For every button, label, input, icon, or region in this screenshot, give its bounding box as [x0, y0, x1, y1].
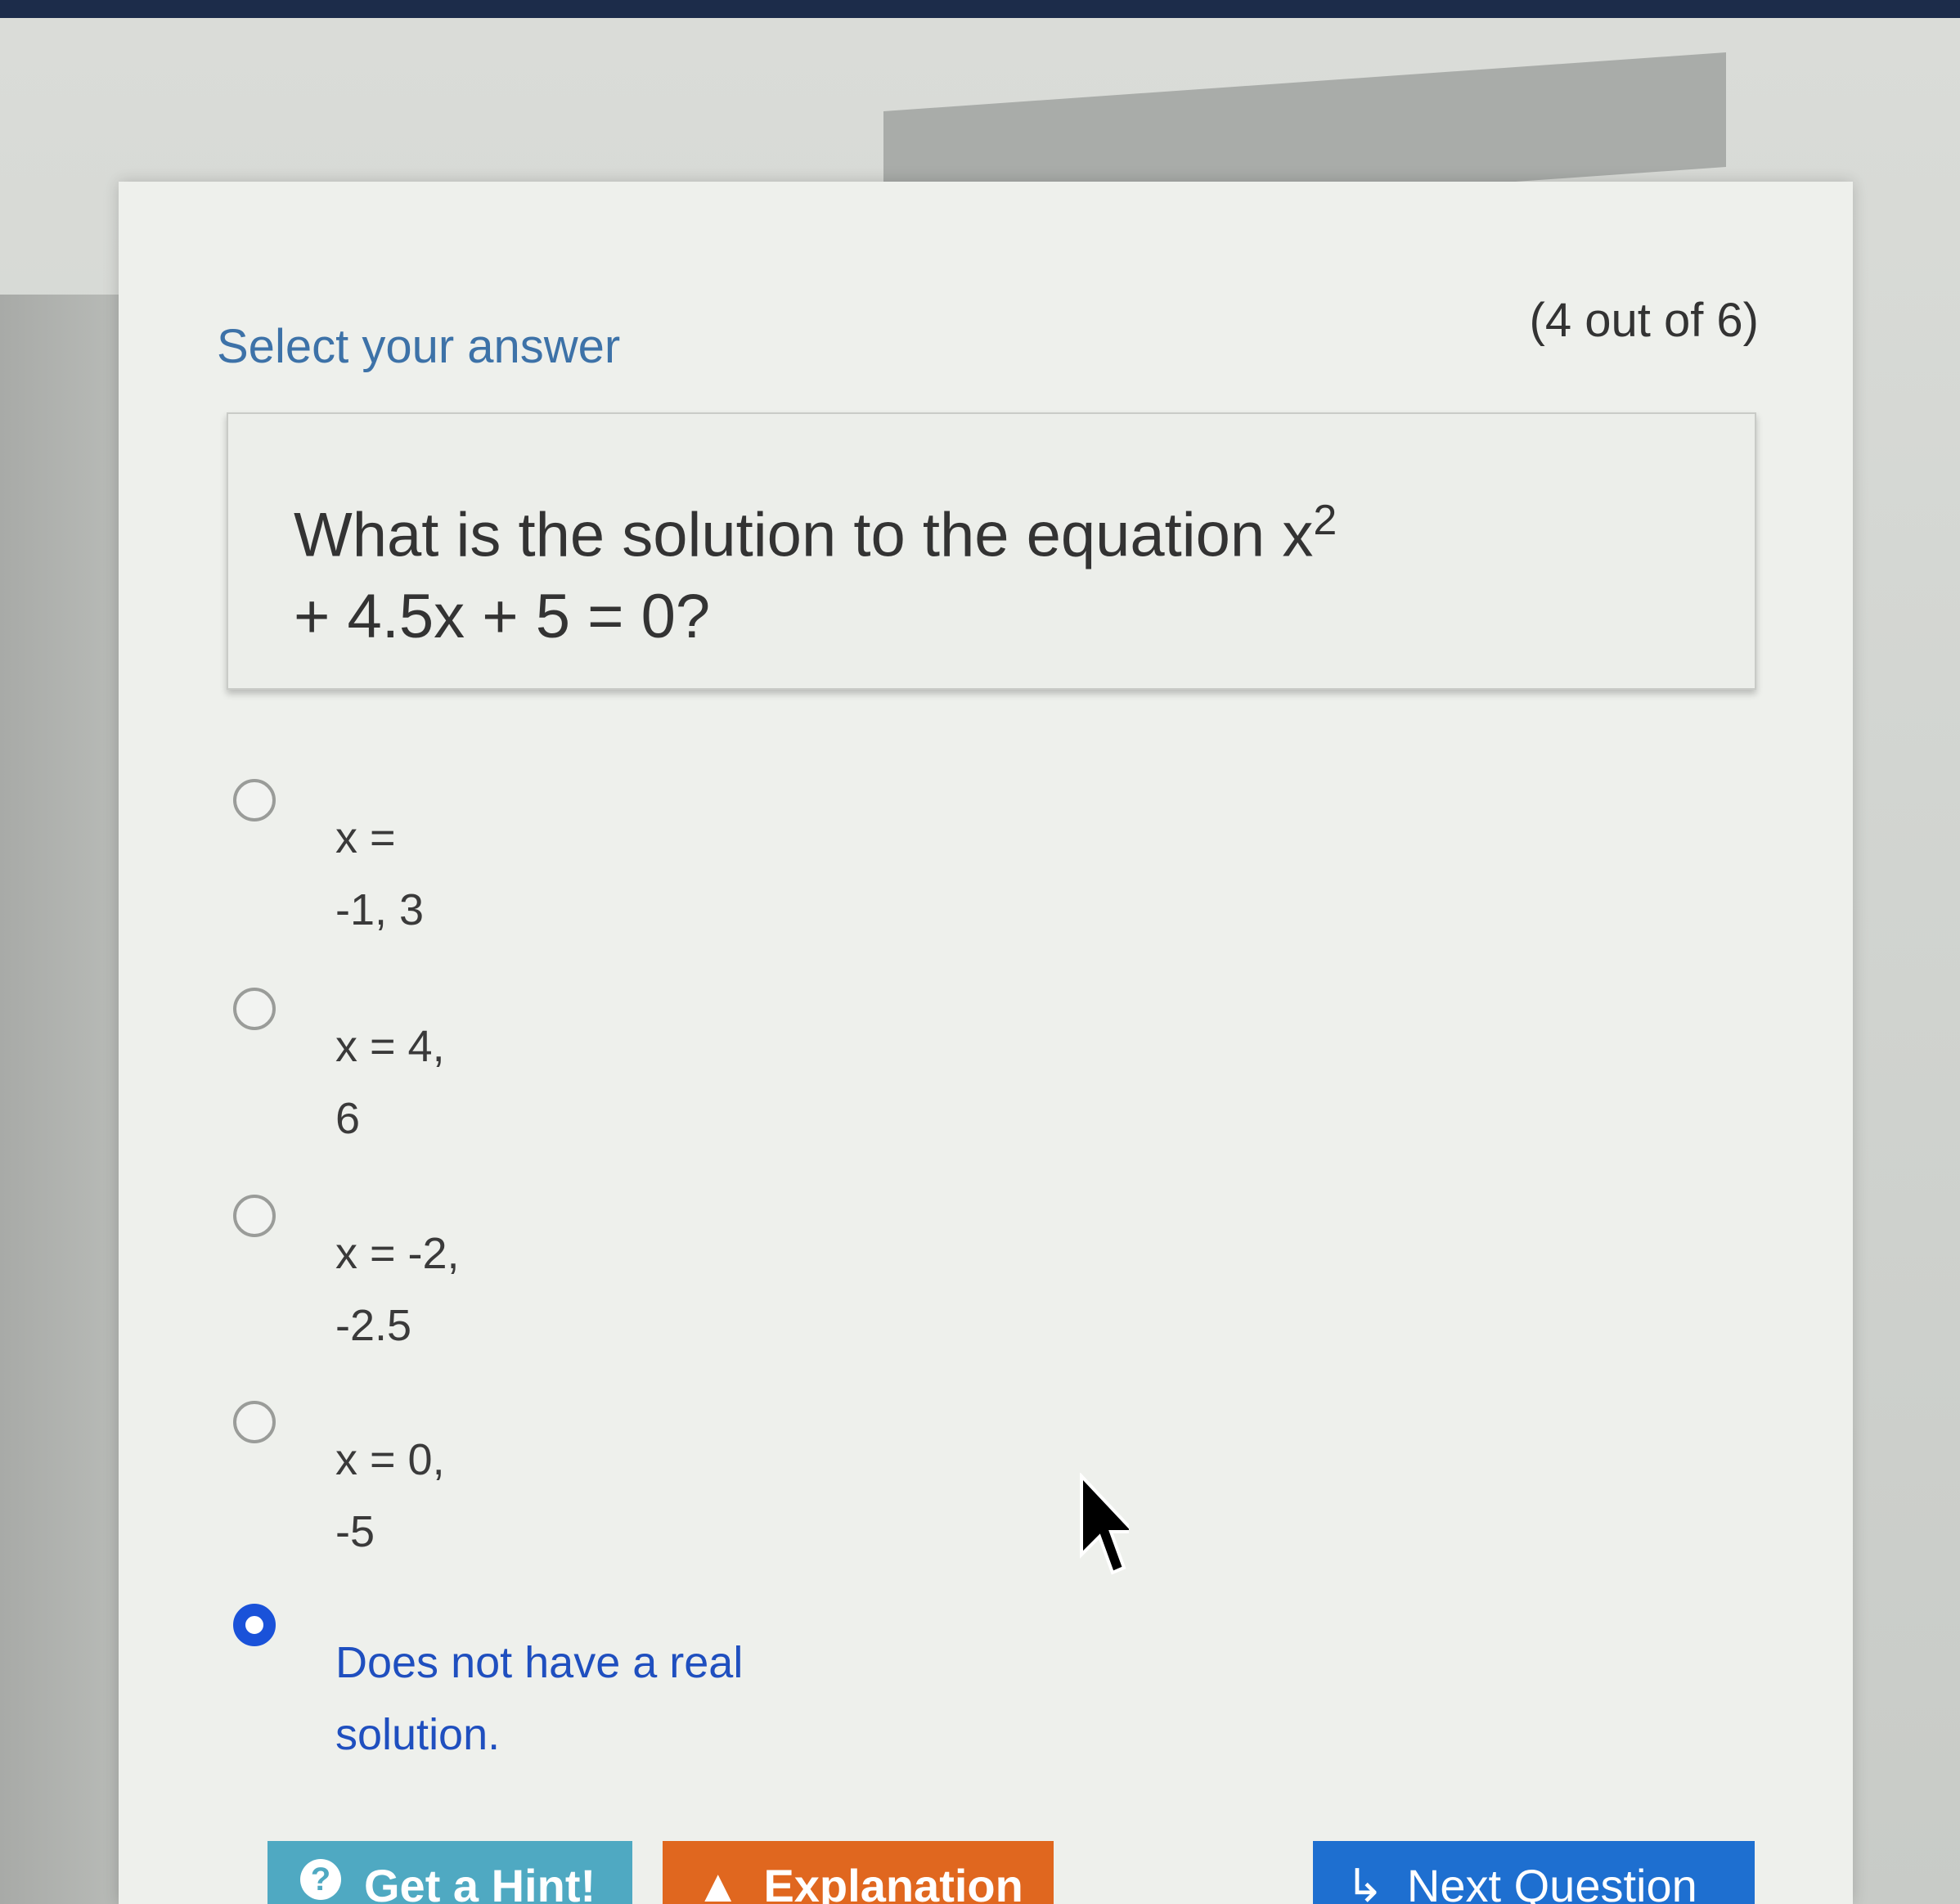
- answer-line-2: 6: [335, 1094, 361, 1143]
- mouse-cursor-icon: [1080, 1473, 1129, 1575]
- get-hint-button[interactable]: ? Get a Hint!: [267, 1841, 632, 1904]
- radio-button-selected[interactable]: [233, 1604, 276, 1646]
- answer-line-1: x = -2,: [335, 1229, 460, 1278]
- select-answer-heading: Select your answer: [217, 320, 621, 373]
- answer-line-1: x = 0,: [335, 1435, 445, 1484]
- answer-text: x = -1, 3: [335, 802, 793, 946]
- question-line-2: + 4.5x + 5 = 0?: [294, 582, 711, 652]
- answer-option-2[interactable]: x = 4, 6: [233, 988, 1051, 1168]
- answer-option-1[interactable]: x = -1, 3: [233, 779, 1051, 959]
- question-box: What is the solution to the equation x2 …: [227, 412, 1756, 690]
- answer-text: x = -2, -2.5: [335, 1218, 793, 1362]
- return-arrow-icon: ↳: [1346, 1860, 1384, 1904]
- answer-line-1: x =: [335, 813, 396, 862]
- radio-button[interactable]: [233, 1401, 276, 1443]
- top-bar: [0, 0, 1960, 18]
- question-text: What is the solution to the equation x2 …: [294, 479, 1521, 658]
- answer-option-5[interactable]: Does not have a real solution.: [233, 1604, 1051, 1784]
- answer-option-4[interactable]: x = 0, -5: [233, 1401, 1051, 1581]
- hint-label: Get a Hint!: [364, 1860, 596, 1904]
- explanation-label: Explanation: [763, 1860, 1023, 1904]
- question-counter: (4 out of 6): [1529, 294, 1759, 347]
- question-line-1: What is the solution to the equation x: [294, 500, 1314, 570]
- answer-line-2: -1, 3: [335, 885, 425, 934]
- radio-button[interactable]: [233, 1195, 276, 1237]
- question-circle-icon: ?: [300, 1859, 341, 1900]
- answer-option-3[interactable]: x = -2, -2.5: [233, 1195, 1051, 1375]
- answer-line-2: -5: [335, 1507, 375, 1556]
- answer-line-2: solution.: [335, 1710, 501, 1759]
- warning-triangle-icon: ▲: [695, 1860, 741, 1904]
- quiz-card: Select your answer (4 out of 6) What is …: [119, 182, 1853, 1904]
- next-question-label: Next Question: [1406, 1860, 1697, 1904]
- question-exponent: 2: [1313, 497, 1337, 544]
- radio-button[interactable]: [233, 988, 276, 1030]
- answer-line-1: x = 4,: [335, 1022, 445, 1071]
- answer-text: x = 0, -5: [335, 1424, 793, 1568]
- radio-button[interactable]: [233, 779, 276, 821]
- answer-line-2: -2.5: [335, 1301, 412, 1350]
- answer-text: Does not have a real solution.: [335, 1627, 793, 1771]
- explanation-button[interactable]: ▲ Explanation: [663, 1841, 1054, 1904]
- next-question-button[interactable]: ↳ Next Question: [1313, 1841, 1755, 1904]
- answer-text: x = 4, 6: [335, 1011, 793, 1155]
- answer-line-1: Does not have a real: [335, 1638, 744, 1687]
